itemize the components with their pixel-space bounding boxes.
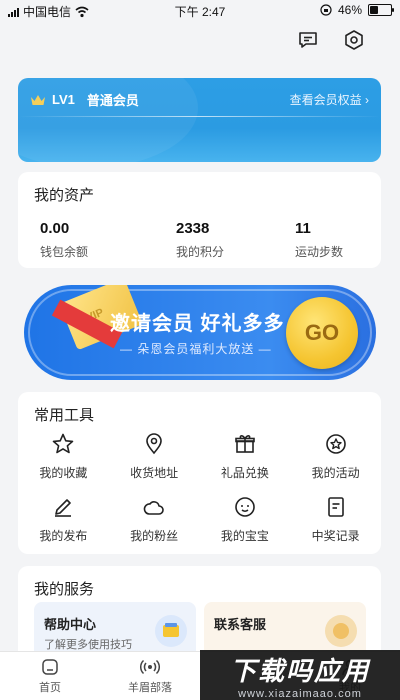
tool-posts[interactable]: 我的发布 — [18, 495, 109, 544]
tool-label: 中奖记录 — [311, 529, 360, 543]
asset-wallet[interactable]: 0.00 钱包余额 — [40, 220, 88, 260]
asset-value: 11 — [295, 220, 311, 237]
tab-label: 首页 — [39, 682, 61, 694]
vip-card[interactable]: LV1 普通会员 查看会员权益 › — [18, 78, 381, 162]
tool-address[interactable]: 收货地址 — [109, 432, 200, 481]
divider — [18, 116, 381, 117]
service-title: 帮助中心 — [44, 617, 97, 632]
tool-label: 我的收藏 — [39, 466, 88, 480]
star-icon — [53, 433, 74, 454]
tab-label: 羊眉部落 — [128, 682, 172, 694]
watermark-title: 下载吗应用 — [229, 655, 370, 686]
assets-title: 我的资产 — [34, 187, 95, 204]
broadcast-icon — [140, 659, 160, 675]
service-title: 联系客服 — [214, 617, 267, 632]
tool-favorites[interactable]: 我的收藏 — [18, 432, 109, 481]
tab-home[interactable]: 首页 — [0, 652, 100, 700]
asset-label: 钱包余额 — [40, 245, 89, 259]
view-benefits-link[interactable]: 查看会员权益 › — [290, 91, 369, 108]
tool-baby[interactable]: 我的宝宝 — [200, 495, 291, 544]
baby-face-icon — [235, 497, 255, 517]
banner-subtitle: — 朵恩会员福利大放送 — — [120, 342, 272, 356]
go-button[interactable]: GO — [286, 297, 358, 369]
location-pin-icon — [146, 433, 162, 455]
tool-gift[interactable]: 礼品兑换 — [200, 432, 291, 481]
tab-tribe[interactable]: 羊眉部落 — [100, 652, 200, 700]
pen-icon — [55, 499, 72, 517]
orientation-lock-icon — [320, 4, 332, 16]
tool-label: 收货地址 — [130, 466, 179, 480]
top-bar — [0, 28, 400, 58]
tool-label: 我的发布 — [39, 529, 88, 543]
watermark: 下载吗应用 www.xiazaimaao.com — [200, 650, 400, 700]
vip-name: 普通会员 — [86, 93, 139, 108]
tool-prize-record[interactable]: 中奖记录 — [290, 495, 381, 544]
crown-icon — [31, 94, 45, 105]
tools-title: 常用工具 — [34, 407, 95, 424]
watermark-url: www.xiazaimaao.com — [238, 687, 362, 700]
tool-fans[interactable]: 我的粉丝 — [109, 495, 200, 544]
message-icon[interactable] — [296, 28, 320, 52]
help-book-icon — [155, 615, 187, 647]
vip-level: LV1 — [52, 92, 75, 107]
cloud-heart-icon — [143, 501, 164, 515]
assets-card: 我的资产 0.00 钱包余额 2338 我的积分 11 运动步数 — [18, 172, 381, 268]
tool-label: 我的宝宝 — [220, 529, 269, 543]
tools-card: 常用工具 我的收藏 收货地址 礼品兑换 我的活动 我的发布 我的粉丝 我的宝宝 — [18, 392, 381, 554]
battery-percent: 46% — [337, 3, 362, 17]
status-bar: 中国电信 下午 2:47 46% — [0, 0, 400, 22]
gift-icon — [235, 435, 255, 453]
headset-icon — [325, 615, 357, 647]
asset-value: 2338 — [176, 220, 210, 237]
battery-icon — [368, 4, 394, 16]
services-title: 我的服务 — [34, 581, 95, 598]
invite-banner[interactable]: VIP 邀请会员 好礼多多 — 朵恩会员福利大放送 — GO — [24, 285, 376, 380]
settings-hexagon-icon[interactable] — [342, 28, 366, 52]
tool-label: 我的粉丝 — [130, 529, 179, 543]
tool-label: 我的活动 — [311, 466, 360, 480]
document-icon — [327, 497, 344, 517]
asset-points[interactable]: 2338 我的积分 — [176, 220, 224, 260]
tool-label: 礼品兑换 — [220, 466, 269, 480]
home-icon — [42, 659, 58, 675]
asset-value: 0.00 — [40, 220, 70, 237]
tool-activity[interactable]: 我的活动 — [290, 432, 381, 481]
banner-title: 邀请会员 好礼多多 — [110, 313, 285, 335]
asset-steps[interactable]: 11 运动步数 — [295, 220, 343, 260]
asset-label: 运动步数 — [295, 245, 344, 259]
asset-label: 我的积分 — [176, 245, 225, 259]
badge-star-icon — [325, 434, 346, 454]
service-subtitle: 了解更多使用技巧 — [44, 639, 132, 651]
